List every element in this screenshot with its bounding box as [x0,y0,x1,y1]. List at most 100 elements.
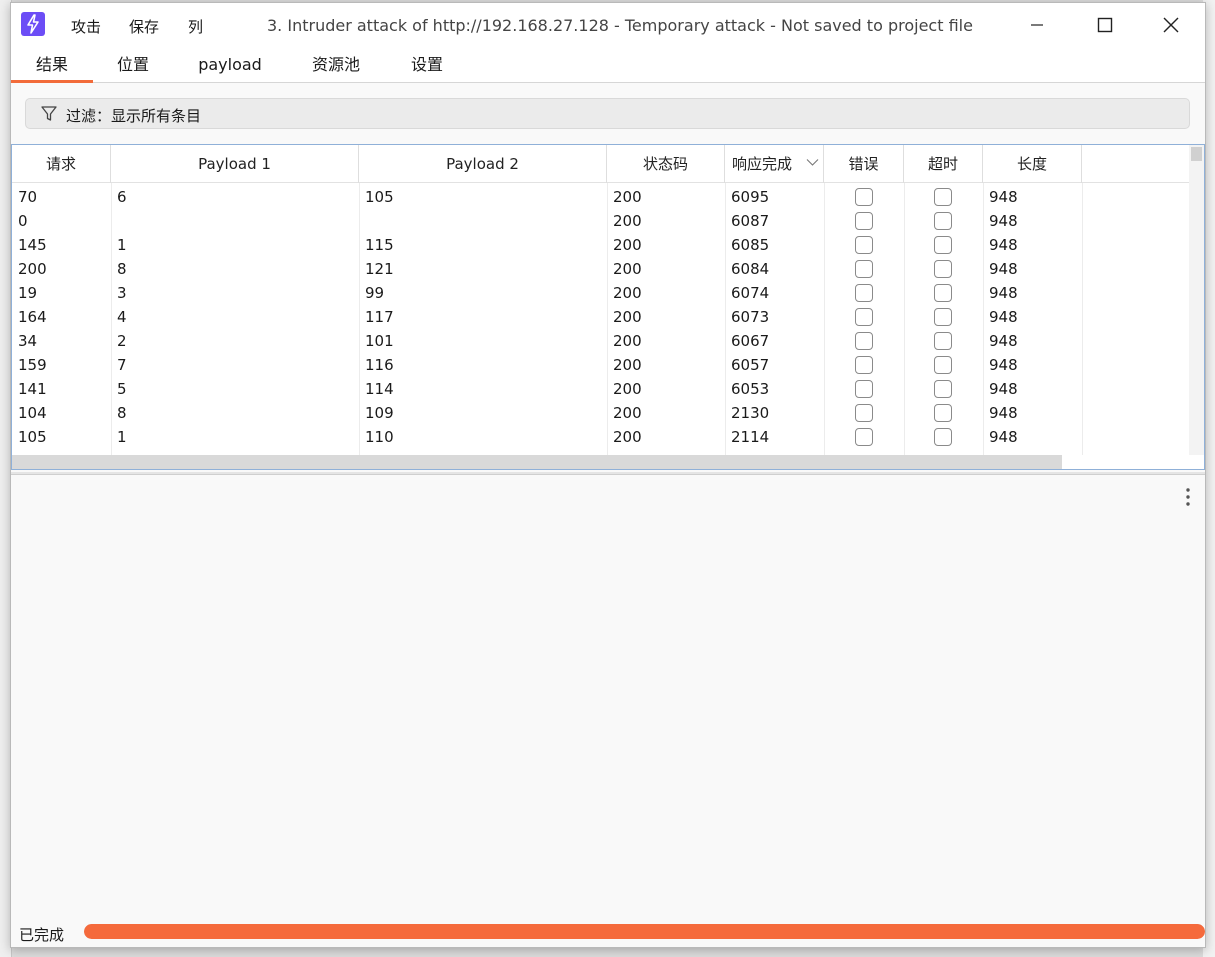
cell-response-received: 6095 [731,188,770,206]
maximize-button[interactable] [1073,3,1137,47]
column-header-payload1[interactable]: Payload 1 [111,145,359,183]
cell-response-received: 2130 [731,404,770,422]
column-header-length[interactable]: 长度 [983,145,1082,183]
cell-payload2 [359,209,365,233]
timeout-checkbox [934,428,952,446]
status-label: 已完成 [19,926,65,944]
cell-request: 141 [18,380,47,398]
cell-request: 159 [18,356,47,374]
cell-length: 948 [989,308,1018,326]
cell-response-received: 6085 [731,236,770,254]
maximize-icon [1097,17,1113,33]
cell-length: 948 [989,404,1018,422]
tab-results[interactable]: 结果 [11,47,93,83]
cell-payload2: 115 [365,236,394,254]
cell-payload2: 101 [365,332,394,350]
table-body: 70 6 105 200 6095 948 0 200 6087 948 145 1 115 200 608… [12,185,1190,449]
cell-payload1: 2 [117,332,127,350]
table-row[interactable]: 105 1 110 200 2114 948 [12,425,1190,449]
progress-bar-fill [84,924,1205,939]
cell-response-received: 6067 [731,332,770,350]
timeout-checkbox [934,188,952,206]
progress-bar [84,924,1205,939]
timeout-checkbox [934,356,952,374]
menu-attack[interactable]: 攻击 [71,16,101,37]
tab-resource-pool[interactable]: 资源池 [301,47,371,83]
table-row[interactable]: 34 2 101 200 6067 948 [12,329,1190,353]
cell-status: 200 [613,236,642,254]
error-checkbox [855,404,873,422]
timeout-checkbox [934,260,952,278]
minimize-icon [1031,24,1043,26]
cell-status: 200 [613,428,642,446]
cell-length: 948 [989,260,1018,278]
column-header-timeout[interactable]: 超时 [904,145,983,183]
tab-payloads[interactable]: payload [189,47,271,83]
cell-payload1: 1 [117,236,127,254]
menu-save[interactable]: 保存 [129,16,159,37]
vertical-scroll-thumb[interactable] [1191,147,1202,161]
cell-response-received: 6073 [731,308,770,326]
cell-payload1: 5 [117,380,127,398]
cell-response-received: 6057 [731,356,770,374]
cell-payload2: 109 [365,404,394,422]
cell-payload1: 1 [117,428,127,446]
cell-status: 200 [613,308,642,326]
table-row[interactable]: 164 4 117 200 6073 948 [12,305,1190,329]
cell-request: 70 [18,188,38,206]
tab-settings[interactable]: 设置 [399,47,455,83]
cell-status: 200 [613,404,642,422]
table-row[interactable]: 0 200 6087 948 [12,209,1190,233]
pane-splitter[interactable] [11,472,1205,475]
cell-response-received: 6084 [731,260,770,278]
error-checkbox [855,260,873,278]
cell-status: 200 [613,188,642,206]
error-checkbox [855,188,873,206]
column-header-request[interactable]: 请求 [12,145,111,183]
column-header-payload2[interactable]: Payload 2 [359,145,607,183]
table-row[interactable]: 145 1 115 200 6085 948 [12,233,1190,257]
menu-columns[interactable]: 列 [188,16,203,37]
column-header-error[interactable]: 错误 [824,145,904,183]
sort-descending-icon [806,159,819,166]
cell-payload1: 8 [117,404,127,422]
timeout-checkbox [934,284,952,302]
cell-request: 0 [18,212,28,230]
intruder-attack-window: 攻击 保存 列 3. Intruder attack of http://192… [10,2,1206,948]
horizontal-scrollbar[interactable] [12,455,1062,469]
table-row[interactable]: 19 3 99 200 6074 948 [12,281,1190,305]
burp-logo-icon [21,12,45,36]
column-header-response-received[interactable]: 响应完成 [725,145,824,183]
cell-request: 145 [18,236,47,254]
more-options-icon[interactable] [1185,487,1191,507]
cell-response-received: 6074 [731,284,770,302]
timeout-checkbox [934,308,952,326]
cell-length: 948 [989,380,1018,398]
column-header-status[interactable]: 状态码 [607,145,725,183]
cell-payload1: 7 [117,356,127,374]
cell-request: 164 [18,308,47,326]
cell-payload1: 3 [117,284,127,302]
error-checkbox [855,212,873,230]
table-row[interactable]: 104 8 109 200 2130 948 [12,401,1190,425]
window-title: 3. Intruder attack of http://192.168.27.… [267,16,973,35]
cell-response-received: 6087 [731,212,770,230]
cell-status: 200 [613,212,642,230]
close-button[interactable] [1139,3,1203,47]
vertical-scrollbar[interactable] [1189,145,1204,455]
error-checkbox [855,428,873,446]
error-checkbox [855,308,873,326]
cell-request: 104 [18,404,47,422]
timeout-checkbox [934,404,952,422]
table-row[interactable]: 70 6 105 200 6095 948 [12,185,1190,209]
filter-bar[interactable]: 过滤：显示所有条目 [25,98,1190,129]
minimize-button[interactable] [1005,3,1069,47]
cell-payload1: 8 [117,260,127,278]
close-icon [1163,17,1179,33]
table-row[interactable]: 200 8 121 200 6084 948 [12,257,1190,281]
cell-status: 200 [613,284,642,302]
cell-request: 19 [18,284,38,302]
tab-positions[interactable]: 位置 [103,47,163,83]
table-row[interactable]: 141 5 114 200 6053 948 [12,377,1190,401]
table-row[interactable]: 159 7 116 200 6057 948 [12,353,1190,377]
